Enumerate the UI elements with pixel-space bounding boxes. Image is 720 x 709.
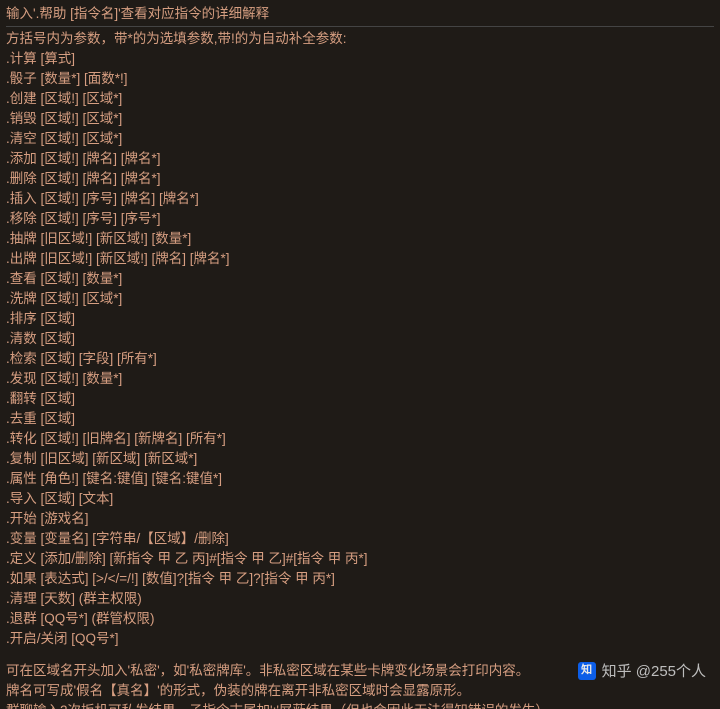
command-line: .翻转 [区域] xyxy=(6,389,714,409)
command-line: .洗牌 [区域!] [区域*] xyxy=(6,289,714,309)
command-line: .复制 [旧区域] [新区域] [新区域*] xyxy=(6,449,714,469)
command-line: .骰子 [数量*] [面数*!] xyxy=(6,69,714,89)
command-line: .删除 [区域!] [牌名] [牌名*] xyxy=(6,169,714,189)
command-line: .去重 [区域] xyxy=(6,409,714,429)
command-line: .插入 [区域!] [序号] [牌名] [牌名*] xyxy=(6,189,714,209)
zhihu-icon: 知 xyxy=(578,662,596,680)
command-line: .转化 [区域!] [旧牌名] [新牌名] [所有*] xyxy=(6,429,714,449)
command-line: .抽牌 [旧区域!] [新区域!] [数量*] xyxy=(6,229,714,249)
intro-line: 方括号内为参数，带*的为选填参数,带!的为自动补全参数: xyxy=(6,29,714,49)
command-line: .排序 [区域] xyxy=(6,309,714,329)
note-line: 群聊输入2次扳机可私发结果。子指令末尾加';'屏蔽结果（但也会因此无法得知错误的… xyxy=(6,701,714,709)
title-bar: 输入'.帮助 [指令名]'查看对应指令的详细解释 xyxy=(6,4,714,27)
command-line: .变量 [变量名] [字符串/【区域】/删除] xyxy=(6,529,714,549)
command-line: .如果 [表达式] [>/</=/!] [数值]?[指令 甲 乙]?[指令 甲 … xyxy=(6,569,714,589)
command-line: .销毁 [区域!] [区域*] xyxy=(6,109,714,129)
command-line: .检索 [区域] [字段] [所有*] xyxy=(6,349,714,369)
watermark-text: 知乎 @255个人 xyxy=(602,660,706,681)
command-line: .清数 [区域] xyxy=(6,329,714,349)
command-line: .清理 [天数] (群主权限) xyxy=(6,589,714,609)
command-line: .定义 [添加/删除] [新指令 甲 乙 丙]#[指令 甲 乙]#[指令 甲 丙… xyxy=(6,549,714,569)
command-line: .属性 [角色!] [键名:键值] [键名:键值*] xyxy=(6,469,714,489)
watermark: 知 知乎 @255个人 xyxy=(578,660,706,681)
command-line: .移除 [区域!] [序号] [序号*] xyxy=(6,209,714,229)
command-line: .计算 [算式] xyxy=(6,49,714,69)
note-line: 牌名可写成'假名【真名】'的形式，伪装的牌在离开非私密区域时会显露原形。 xyxy=(6,681,714,701)
command-line: .退群 [QQ号*] (群管权限) xyxy=(6,609,714,629)
command-line: .添加 [区域!] [牌名] [牌名*] xyxy=(6,149,714,169)
command-line: .开始 [游戏名] xyxy=(6,509,714,529)
command-line: .清空 [区域!] [区域*] xyxy=(6,129,714,149)
command-line: .查看 [区域!] [数量*] xyxy=(6,269,714,289)
command-line: .出牌 [旧区域!] [新区域!] [牌名] [牌名*] xyxy=(6,249,714,269)
command-line: .开启/关闭 [QQ号*] xyxy=(6,629,714,649)
command-line: .创建 [区域!] [区域*] xyxy=(6,89,714,109)
command-line: .发现 [区域!] [数量*] xyxy=(6,369,714,389)
command-line: .导入 [区域] [文本] xyxy=(6,489,714,509)
